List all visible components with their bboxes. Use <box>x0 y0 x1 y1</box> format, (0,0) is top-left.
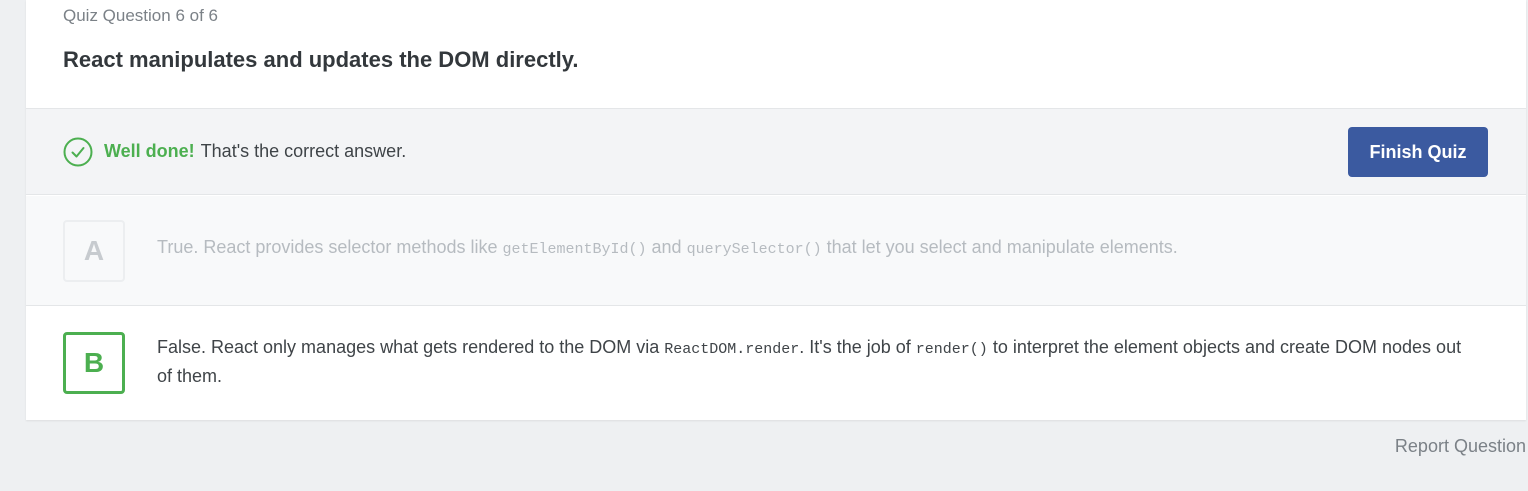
answer-letter-b: B <box>63 332 125 394</box>
answer-text-a: True. React provides selector methods li… <box>157 234 1467 263</box>
check-circle-icon <box>63 137 93 167</box>
answer-b-text-2: . It's the job of <box>799 337 916 357</box>
answer-option-b[interactable]: B False. React only manages what gets re… <box>26 307 1526 420</box>
finish-quiz-button[interactable]: Finish Quiz <box>1348 127 1488 177</box>
feedback-message: Well done! That's the correct answer. <box>104 141 406 162</box>
question-title: React manipulates and updates the DOM di… <box>63 47 579 72</box>
answer-text-b: False. React only manages what gets rend… <box>157 334 1467 390</box>
answer-a-text-2: and <box>646 237 687 257</box>
answer-letter-a: A <box>63 220 125 282</box>
report-question-link[interactable]: Report Question <box>1395 436 1526 457</box>
question-counter: Quiz Question 6 of 6 <box>63 6 218 25</box>
answer-b-text-1: False. React only manages what gets rend… <box>157 337 665 357</box>
question-header: Quiz Question 6 of 6 React manipulates a… <box>26 0 1526 109</box>
answer-a-code-2: querySelector() <box>686 241 822 258</box>
answer-option-a[interactable]: A True. React provides selector methods … <box>26 196 1526 306</box>
answer-a-code-1: getElementById() <box>502 241 647 258</box>
feedback-strong: Well done! <box>104 141 195 161</box>
answer-a-text-3: that let you select and manipulate eleme… <box>821 237 1178 257</box>
answer-a-text-1: True. React provides selector methods li… <box>157 237 503 257</box>
feedback-detail: That's the correct answer. <box>200 141 407 161</box>
feedback-bar: Well done! That's the correct answer. Fin… <box>26 109 1526 195</box>
answer-b-code-1: ReactDOM.render <box>664 341 800 358</box>
quiz-card: Quiz Question 6 of 6 React manipulates a… <box>26 0 1526 420</box>
answer-b-code-2: render() <box>915 341 988 358</box>
